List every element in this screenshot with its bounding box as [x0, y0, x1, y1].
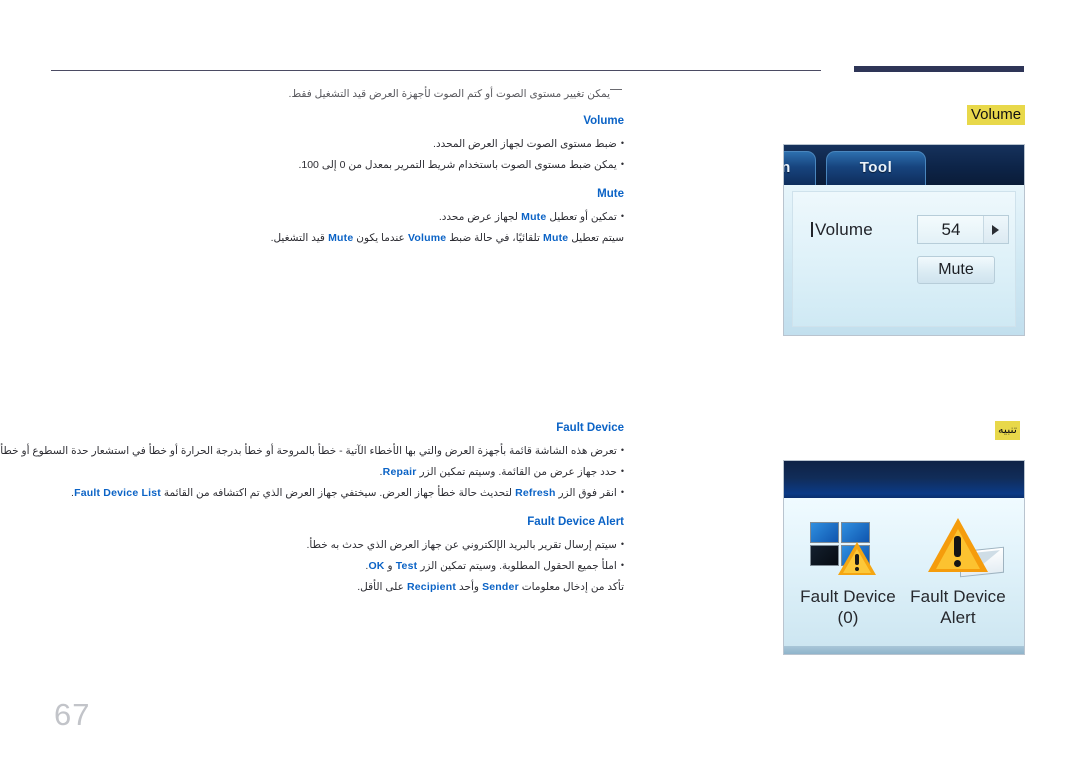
section-heading-fault-device: Fault Device — [557, 422, 625, 434]
intro-note-text: يمكن تغيير مستوى الصوت أو كتم الصوت لأجه… — [289, 88, 611, 100]
list-item: ضبط مستوى الصوت لجهاز العرض المحدد. — [40, 134, 625, 154]
section-heading-volume: Volume — [584, 115, 625, 127]
tab-tool[interactable]: Tool — [827, 151, 927, 185]
fault-device-screenshot: Fault Device (0) Fault Device Alert — [784, 460, 1026, 655]
text-cursor-icon — [812, 222, 814, 237]
volume-stepper[interactable]: 54 — [918, 215, 1010, 244]
screenshot-body: Volume 54 Mute — [785, 185, 1025, 335]
screenshot-footer — [785, 646, 1025, 654]
list-item: سيتم إرسال تقرير بالبريد الإلكتروني عن ج… — [40, 535, 625, 555]
volume-field-label-text: Volume — [816, 220, 874, 239]
callout-caution-label: تنبيه — [996, 421, 1021, 440]
header-accent-bar — [855, 66, 1025, 72]
list-item: حدد جهاز عرض من القائمة. وسيتم تمكين الز… — [40, 462, 625, 482]
monitor-cell — [811, 522, 840, 543]
monitor-cell — [811, 545, 840, 566]
fault-device-caption-line1: Fault Device — [801, 587, 897, 606]
note-dash-icon — [611, 89, 623, 90]
screenshot-panel: Volume 54 Mute — [793, 191, 1017, 327]
section-bullets-volume: ضبط مستوى الصوت لجهاز العرض المحدد. يمكن… — [40, 134, 625, 175]
screenshot-tabbar: n Tool — [785, 145, 1025, 185]
tab-partial[interactable]: n — [785, 151, 817, 185]
list-item: تمكين أو تعطيل Mute لجهاز عرض محدد. — [40, 207, 625, 227]
intro-note: يمكن تغيير مستوى الصوت أو كتم الصوت لأجه… — [40, 86, 625, 102]
section-bullets-fault-device: تعرض هذه الشاشة قائمة بأجهزة العرض والتي… — [0, 441, 625, 503]
header-rule — [52, 70, 822, 71]
fault-device-item[interactable]: Fault Device (0) — [795, 516, 903, 628]
list-item: تعرض هذه الشاشة قائمة بأجهزة العرض والتي… — [0, 441, 625, 461]
screenshot-titlebar — [785, 461, 1025, 498]
list-item: انقر فوق الزر Refresh لتحديث حالة خطأ جه… — [40, 483, 625, 503]
warning-exclamation — [856, 554, 860, 565]
caret-right-icon[interactable] — [984, 216, 1009, 243]
list-item: تأكد من إدخال معلومات Sender وأحد Recipi… — [358, 581, 625, 593]
volume-value[interactable]: 54 — [919, 216, 985, 243]
list-item: سيتم تعطيل Mute تلقائيًا، في حالة ضبط Vo… — [271, 232, 625, 244]
section-bullets-fault-device-alert: سيتم إرسال تقرير بالبريد الإلكتروني عن ج… — [40, 535, 625, 597]
list-item: املأ جميع الحقول المطلوبة. وسيتم تمكين ا… — [40, 556, 625, 576]
mute-button[interactable]: Mute — [918, 256, 996, 284]
manual-page: { "page": { "number": "67" }, "header": … — [0, 0, 1080, 763]
section-bullets-mute: تمكين أو تعطيل Mute لجهاز عرض محدد. سيتم… — [40, 207, 625, 248]
page-number: 67 — [55, 697, 92, 732]
content-column: يمكن تغيير مستوى الصوت أو كتم الصوت لأجه… — [0, 86, 625, 598]
fault-device-alert-item[interactable]: Fault Device Alert — [905, 516, 1013, 628]
list-item: يمكن ضبط مستوى الصوت باستخدام شريط التمر… — [40, 155, 625, 175]
volume-screenshot: n Tool Volume 54 Mute — [784, 144, 1026, 336]
warning-exclamation — [955, 536, 962, 557]
fault-device-alert-caption-line2: Alert — [941, 608, 977, 627]
monitor-grid-warning-icon — [795, 516, 903, 586]
volume-field-label: Volume — [812, 220, 874, 240]
warning-exclamation-dot — [856, 567, 860, 571]
fault-device-alert-caption-line1: Fault Device — [911, 587, 1007, 606]
warning-envelope-icon — [905, 516, 1013, 586]
fault-device-caption-line2: (0) — [838, 608, 860, 627]
screenshot-body: Fault Device (0) Fault Device Alert — [785, 498, 1025, 646]
monitor-cell — [842, 522, 871, 543]
section-heading-fault-device-alert: Fault Device Alert — [528, 516, 625, 528]
warning-exclamation-dot — [955, 560, 962, 567]
callout-volume-label: Volume — [968, 105, 1027, 125]
section-heading-mute: Mute — [598, 188, 625, 200]
